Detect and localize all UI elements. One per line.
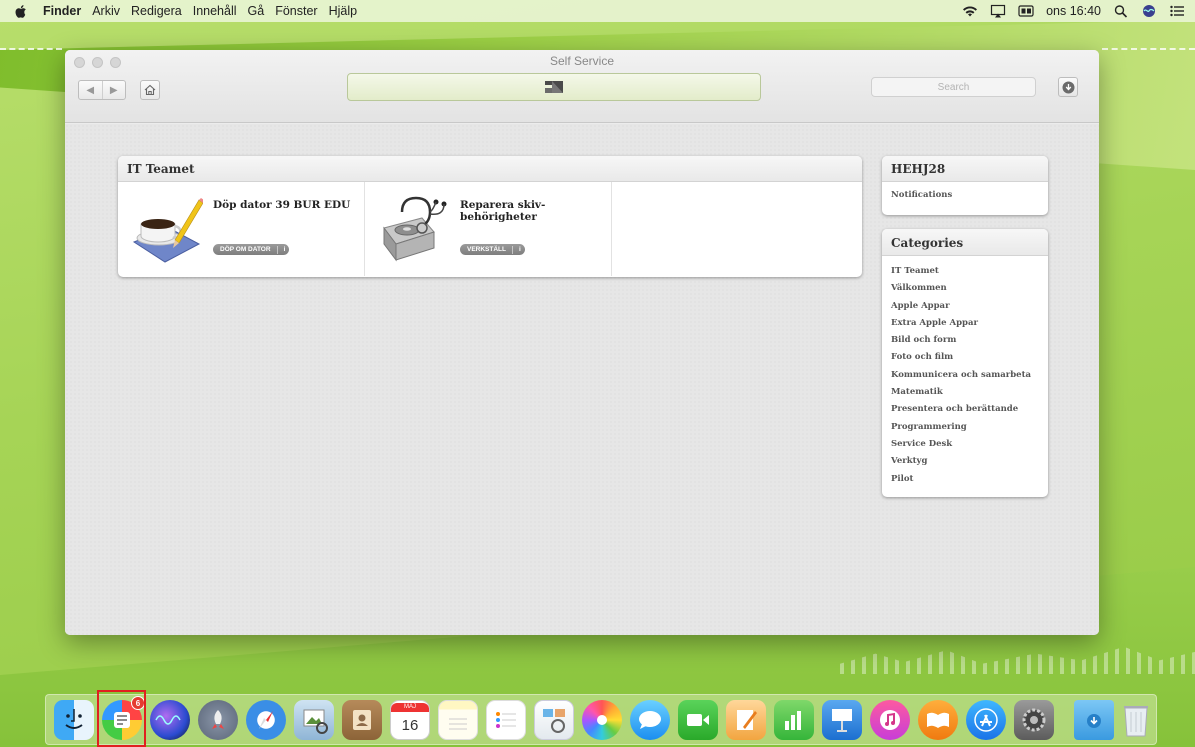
trash-icon[interactable] xyxy=(1116,700,1156,740)
apple-menu-icon[interactable] xyxy=(14,4,29,19)
keynote-icon[interactable] xyxy=(822,700,862,740)
item-reparera-skiv[interactable]: Reparera skiv-behörigheter VERKSTÄLL i xyxy=(365,182,612,276)
button-label: VERKSTÄLL xyxy=(467,246,506,253)
preview-icon[interactable] xyxy=(294,700,334,740)
category-item[interactable]: Apple Appar xyxy=(891,298,1039,315)
category-item[interactable]: Välkommen xyxy=(891,280,1039,297)
home-button[interactable] xyxy=(140,80,160,100)
navigation-buttons: ◀ ▶ xyxy=(78,80,126,100)
back-button[interactable]: ◀ xyxy=(79,81,103,99)
main-content: IT Teamet Döp dator 39 BUR EDU DÖP OM DA… xyxy=(65,124,1099,635)
execute-button[interactable]: VERKSTÄLL i xyxy=(460,244,525,255)
ibooks-icon[interactable] xyxy=(918,700,958,740)
category-item[interactable]: Extra Apple Appar xyxy=(891,315,1039,332)
item-dop-dator[interactable]: Döp dator 39 BUR EDU DÖP OM DATOR i xyxy=(118,182,365,276)
button-divider xyxy=(512,245,513,254)
finder-icon[interactable] xyxy=(54,700,94,740)
search-input[interactable] xyxy=(872,81,1035,93)
menu-redigera[interactable]: Redigera xyxy=(131,4,182,18)
menu-innehall[interactable]: Innehåll xyxy=(193,4,237,18)
dock: 6 MAJ 16 xyxy=(45,694,1157,745)
safari-icon[interactable] xyxy=(246,700,286,740)
spotlight-search-icon[interactable] xyxy=(1113,4,1129,18)
calendar-month: MAJ xyxy=(391,703,429,712)
back-arrow-icon: ◀ xyxy=(86,84,95,96)
disk-utility-icon xyxy=(383,196,447,262)
facetime-icon[interactable] xyxy=(678,700,718,740)
menu-hjalp[interactable]: Hjälp xyxy=(329,4,358,18)
itunes-icon[interactable] xyxy=(870,700,910,740)
messages-icon[interactable] xyxy=(630,700,670,740)
forward-button[interactable]: ▶ xyxy=(103,81,126,99)
category-item[interactable]: Programmering xyxy=(891,419,1039,436)
empty-item-slot xyxy=(612,182,862,276)
activity-progress-bar xyxy=(347,73,761,101)
download-icon xyxy=(1062,81,1074,93)
siri-icon[interactable] xyxy=(150,700,190,740)
category-item[interactable]: Matematik xyxy=(891,384,1039,401)
menu-clock[interactable]: ons 16:40 xyxy=(1046,4,1101,18)
airplay-icon[interactable] xyxy=(990,4,1006,18)
category-item[interactable]: Pilot xyxy=(891,471,1039,488)
photo-booth-icon[interactable] xyxy=(534,700,574,740)
pages-icon[interactable] xyxy=(726,700,766,740)
self-service-logo-icon xyxy=(545,81,563,93)
menu-bar: Finder Arkiv Redigera Innehåll Gå Fönste… xyxy=(0,0,1195,22)
calendar-icon[interactable]: MAJ 16 xyxy=(390,700,430,740)
system-preferences-icon[interactable] xyxy=(1014,700,1054,740)
it-teamet-panel: IT Teamet Döp dator 39 BUR EDU DÖP OM DA… xyxy=(118,156,862,277)
category-item[interactable]: Kommunicera och samarbeta xyxy=(891,367,1039,384)
notifications-link[interactable]: Notifications xyxy=(891,190,952,200)
app-store-icon[interactable] xyxy=(966,700,1006,740)
category-item[interactable]: Service Desk xyxy=(891,436,1039,453)
window-title: Self Service xyxy=(549,54,615,68)
highlight-box xyxy=(97,690,146,747)
categories-heading: Categories xyxy=(882,229,1048,256)
rename-computer-button[interactable]: DÖP OM DATOR i xyxy=(213,244,290,255)
calendar-day: 16 xyxy=(401,716,419,734)
panel-title: IT Teamet xyxy=(118,156,862,182)
user-panel: HEHJ28 Notifications xyxy=(882,156,1048,215)
photos-icon[interactable] xyxy=(582,700,622,740)
category-item[interactable]: Verktyg xyxy=(891,453,1039,470)
siri-menu-icon[interactable] xyxy=(1141,4,1157,18)
reminders-icon[interactable] xyxy=(486,700,526,740)
search-field[interactable] xyxy=(871,77,1036,97)
input-source-icon[interactable] xyxy=(1018,4,1034,18)
notes-icon[interactable] xyxy=(438,700,478,740)
info-icon[interactable]: i xyxy=(284,246,286,253)
menu-ga[interactable]: Gå xyxy=(248,4,265,18)
forward-arrow-icon: ▶ xyxy=(109,84,118,96)
downloads-button[interactable] xyxy=(1058,77,1078,97)
username-heading: HEHJ28 xyxy=(882,156,1048,182)
downloads-folder-icon[interactable] xyxy=(1074,700,1114,740)
button-divider xyxy=(276,245,278,254)
coffee-pencil-icon xyxy=(132,198,203,263)
home-icon xyxy=(144,84,156,96)
category-item[interactable]: Bild och form xyxy=(891,332,1039,349)
button-label: DÖP OM DATOR xyxy=(220,246,271,253)
menu-finder[interactable]: Finder xyxy=(43,4,81,18)
wallpaper-dashes-left xyxy=(0,48,62,50)
menu-fonster[interactable]: Fönster xyxy=(275,4,317,18)
category-item[interactable]: IT Teamet xyxy=(891,263,1039,280)
menu-arkiv[interactable]: Arkiv xyxy=(92,4,120,18)
info-icon[interactable]: i xyxy=(519,246,521,253)
categories-panel: Categories IT Teamet Välkommen Apple App… xyxy=(882,229,1048,497)
self-service-window: Self Service ◀ ▶ Search IT Teamet Döp da… xyxy=(65,50,1099,635)
category-list: IT Teamet Välkommen Apple Appar Extra Ap… xyxy=(882,256,1048,495)
category-item[interactable]: Presentera och berättande xyxy=(891,401,1039,418)
notification-center-icon[interactable] xyxy=(1169,4,1185,18)
item-name: Döp dator 39 BUR EDU xyxy=(213,199,351,211)
wifi-icon[interactable] xyxy=(962,4,978,18)
category-item[interactable]: Foto och film xyxy=(891,349,1039,366)
wallpaper-dashes-right xyxy=(1102,48,1195,50)
item-name: Reparera skiv-behörigheter xyxy=(460,199,546,223)
numbers-icon[interactable] xyxy=(774,700,814,740)
contacts-icon[interactable] xyxy=(342,700,382,740)
launchpad-icon[interactable] xyxy=(198,700,238,740)
window-toolbar: Self Service ◀ ▶ xyxy=(65,50,1099,123)
